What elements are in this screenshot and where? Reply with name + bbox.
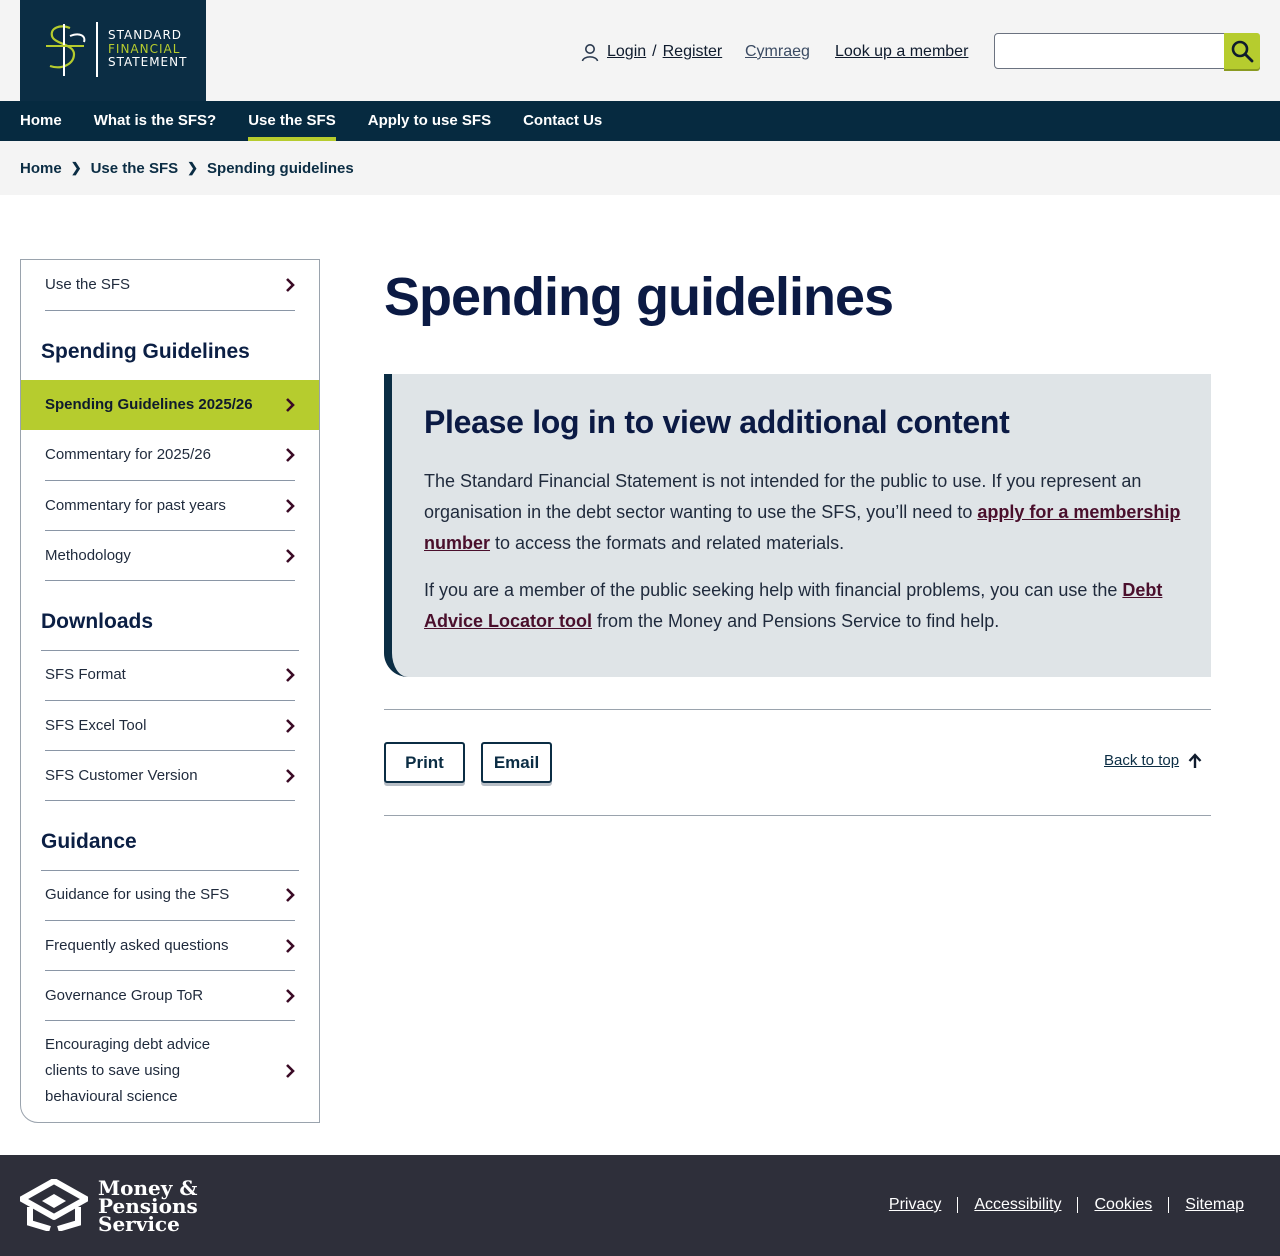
sidebar-item-methodology[interactable]: Methodology: [45, 531, 295, 581]
footer-privacy-link[interactable]: Privacy: [873, 1197, 957, 1213]
email-button[interactable]: Email: [481, 742, 552, 783]
notice-text: from the Money and Pensions Service to f…: [592, 611, 1000, 631]
search-input[interactable]: [994, 33, 1226, 69]
chevron-right-icon: [281, 938, 295, 954]
breadcrumb-use-the-sfs[interactable]: Use the SFS: [91, 160, 179, 177]
lookup-member: Look up a member: [835, 40, 968, 64]
sidebar-item-spending-guidelines-2025-26[interactable]: Spending Guidelines 2025/26: [21, 380, 319, 430]
breadcrumb: Home ❯ Use the SFS ❯ Spending guidelines: [0, 141, 1280, 195]
print-button[interactable]: Print: [384, 742, 465, 783]
sidebar-item-label: Methodology: [45, 546, 131, 564]
footer-accessibility-link[interactable]: Accessibility: [957, 1197, 1077, 1213]
logo-line-2: FINANCIAL: [108, 41, 181, 56]
sidebar-item-use-the-sfs[interactable]: Use the SFS: [45, 260, 295, 311]
cymraeg-link[interactable]: Cymraeg: [745, 43, 810, 61]
divider: [384, 709, 1211, 710]
chevron-right-icon: [281, 548, 295, 564]
nav-home[interactable]: Home: [20, 101, 62, 141]
register-link[interactable]: Register: [663, 43, 723, 61]
chevron-right-icon: [281, 1063, 295, 1079]
logo-wordmark: STANDARD FINANCIAL STATEMENT: [108, 28, 188, 70]
sidebar-item-label: SFS Customer Version: [45, 766, 198, 784]
sidebar-item-faq[interactable]: Frequently asked questions: [45, 921, 295, 971]
money-pensions-service-logo-icon: [20, 1179, 88, 1231]
notice-paragraph-2: If you are a member of the public seekin…: [424, 575, 1194, 637]
back-to-top-label: Back to top: [1104, 752, 1180, 769]
search-button[interactable]: [1224, 33, 1260, 69]
maps-wordmark: Money & Pensions Service: [98, 1178, 198, 1234]
sidebar-item-sfs-excel-tool[interactable]: SFS Excel Tool: [45, 701, 295, 751]
logo-line-3: STATEMENT: [108, 55, 188, 69]
notice-heading: Please log in to view additional content: [424, 404, 1010, 440]
sfs-logo[interactable]: STANDARD FINANCIAL STATEMENT: [20, 0, 206, 101]
footer-sitemap-link[interactable]: Sitemap: [1168, 1197, 1244, 1213]
sidebar-item-label: Governance Group ToR: [45, 986, 204, 1004]
nav-apply-to-use-sfs[interactable]: Apply to use SFS: [368, 101, 491, 141]
sidebar-item-sfs-customer-version[interactable]: SFS Customer Version: [45, 751, 295, 801]
chevron-right-icon: [281, 988, 295, 1004]
language-switch: Cymraeg: [745, 40, 810, 64]
sidebar-item-label: Encouraging debt advice clients to save …: [45, 1036, 211, 1105]
sidebar-item-label: Spending Guidelines 2025/26: [45, 396, 253, 413]
sidebar-item-governance-group-tor[interactable]: Governance Group ToR: [45, 971, 295, 1021]
back-to-top-link[interactable]: Back to top: [1104, 752, 1202, 769]
login-separator: /: [652, 43, 657, 60]
sidebar-item-commentary-2025-26[interactable]: Commentary for 2025/26: [45, 430, 295, 481]
notice-paragraph-1: The Standard Financial Statement is not …: [424, 466, 1194, 559]
chevron-right-icon: [281, 447, 295, 463]
sidebar-item-commentary-past-years[interactable]: Commentary for past years: [45, 481, 295, 531]
breadcrumb-current: Spending guidelines: [207, 159, 354, 177]
chevron-right-icon: [281, 277, 295, 293]
chevron-right-icon: [281, 397, 295, 413]
search-icon: [1231, 40, 1254, 63]
sidebar-item-behavioural-science[interactable]: Encouraging debt advice clients to save …: [45, 1021, 295, 1121]
page-title: Spending guidelines: [384, 267, 894, 327]
breadcrumb-home[interactable]: Home: [20, 160, 62, 177]
chevron-right-icon: [281, 768, 295, 784]
logo-line-1: STANDARD: [108, 28, 183, 42]
section-sidebar: Use the SFS Spending Guidelines Spending…: [20, 259, 320, 1123]
sidebar-item-label: Frequently asked questions: [45, 936, 229, 954]
footer-links: Privacy Accessibility Cookies Sitemap: [873, 1197, 1244, 1213]
sidebar-item-guidance-using-sfs[interactable]: Guidance for using the SFS: [45, 870, 295, 921]
chevron-right-icon: [281, 887, 295, 903]
nav-use-the-sfs[interactable]: Use the SFS: [248, 101, 336, 141]
main-navigation: Home What is the SFS? Use the SFS Apply …: [0, 101, 1280, 141]
user-icon: [581, 44, 599, 62]
sidebar-item-label: Commentary for 2025/26: [45, 446, 211, 463]
nav-contact-us[interactable]: Contact Us: [523, 101, 602, 141]
sidebar-item-sfs-format[interactable]: SFS Format: [45, 650, 295, 701]
login-register: Login / Register: [580, 40, 722, 64]
footer-cookies-link[interactable]: Cookies: [1077, 1197, 1168, 1213]
divider: [384, 815, 1211, 816]
notice-text: If you are a member of the public seekin…: [424, 580, 1123, 600]
sidebar-item-label: Use the SFS: [45, 276, 131, 293]
login-notice: Please log in to view additional content…: [384, 374, 1211, 677]
sidebar-item-label: SFS Format: [45, 666, 126, 683]
sidebar-item-label: Commentary for past years: [45, 496, 226, 514]
nav-what-is-sfs[interactable]: What is the SFS?: [94, 101, 217, 141]
chevron-right-icon: [281, 667, 295, 683]
logo-divider: [96, 22, 98, 77]
login-link[interactable]: Login: [607, 43, 646, 61]
sidebar-item-label: Guidance for using the SFS: [45, 886, 230, 903]
site-footer: Money & Pensions Service Privacy Accessi…: [0, 1155, 1280, 1256]
site-header: STANDARD FINANCIAL STATEMENT Login / Reg…: [0, 0, 1280, 101]
arrow-up-icon: [1188, 752, 1202, 768]
site-search: [994, 33, 1260, 69]
lookup-member-link[interactable]: Look up a member: [835, 43, 968, 61]
sidebar-heading-downloads: Downloads: [41, 610, 299, 651]
sidebar-item-label: SFS Excel Tool: [45, 716, 147, 734]
chevron-right-icon: ❯: [70, 160, 82, 175]
sfs-monogram-icon: [46, 24, 86, 76]
notice-text: to access the formats and related materi…: [490, 533, 845, 553]
chevron-right-icon: [281, 718, 295, 734]
sidebar-heading-guidance: Guidance: [41, 830, 299, 871]
chevron-right-icon: ❯: [187, 160, 199, 175]
chevron-right-icon: [281, 498, 295, 514]
sidebar-heading-spending-guidelines: Spending Guidelines: [41, 340, 299, 381]
